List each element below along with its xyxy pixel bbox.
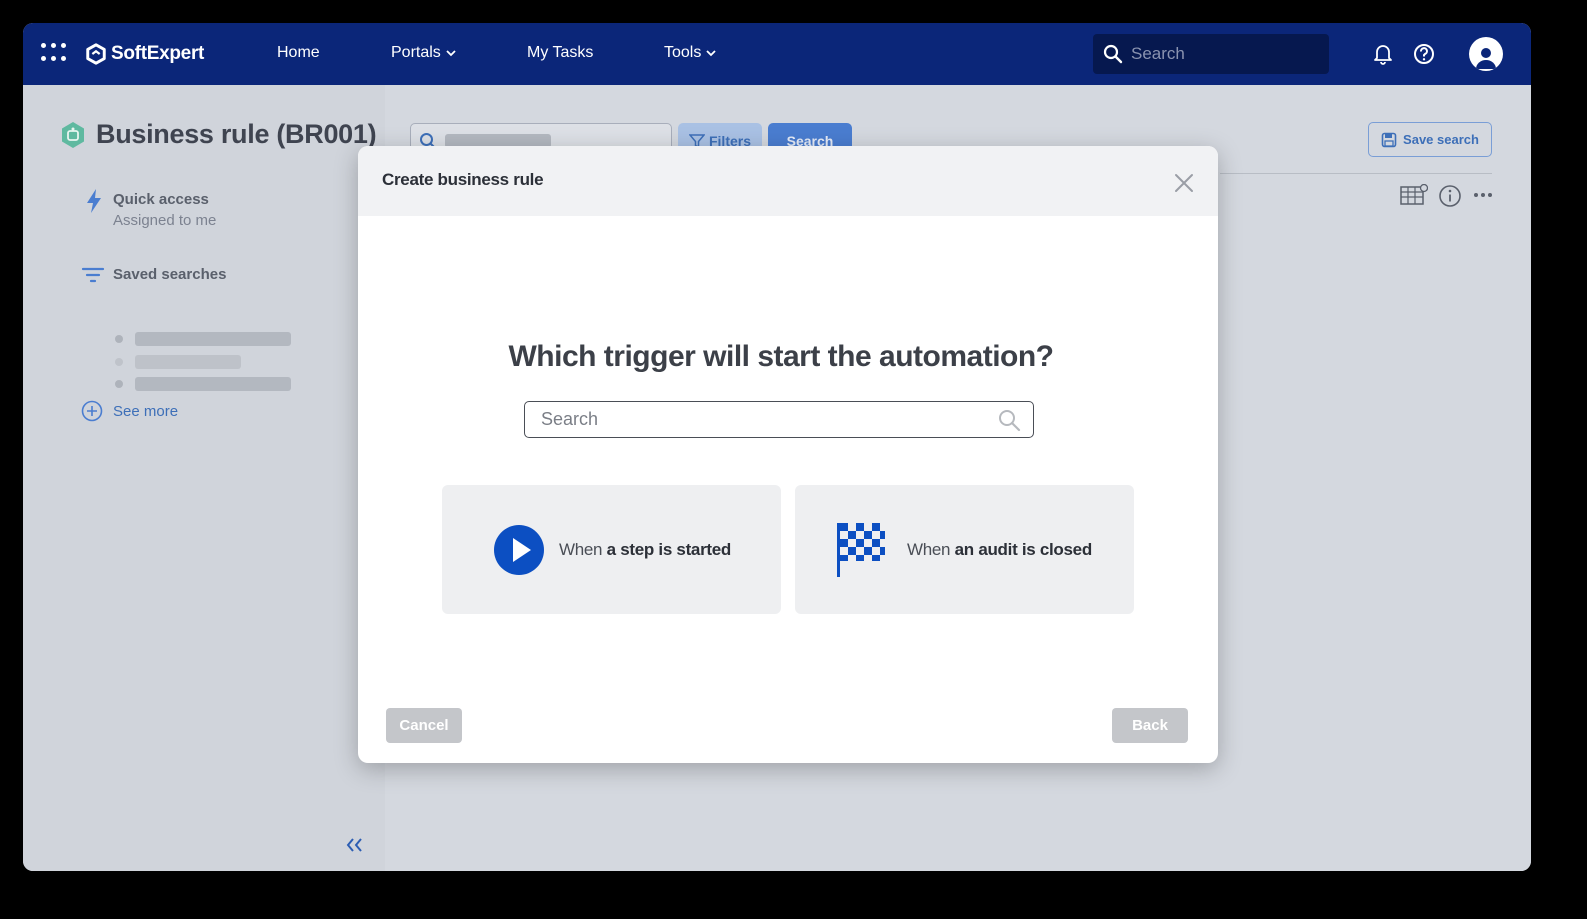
checkered-flag-icon xyxy=(837,522,885,577)
trigger-option-label: When an audit is closed xyxy=(907,540,1092,560)
info-icon[interactable] xyxy=(1438,184,1462,208)
back-button[interactable]: Back xyxy=(1112,708,1188,743)
saved-searches-label[interactable]: Saved searches xyxy=(113,266,226,283)
option-prefix: When xyxy=(907,539,951,559)
see-more-link[interactable]: See more xyxy=(113,403,178,420)
filter-lines-icon xyxy=(81,267,105,283)
nav-portals-label: Portals xyxy=(391,44,441,61)
nav-tools[interactable]: Tools xyxy=(664,44,716,62)
option-prefix: When xyxy=(559,539,603,559)
skeleton-bullet xyxy=(115,335,123,343)
chevron-down-icon xyxy=(446,49,456,56)
quick-access-sub[interactable]: Assigned to me xyxy=(113,212,216,229)
back-label: Back xyxy=(1132,717,1168,734)
chevron-down-icon xyxy=(706,49,716,56)
nav-portals[interactable]: Portals xyxy=(391,44,456,62)
search-icon xyxy=(999,410,1021,432)
user-icon xyxy=(1476,48,1496,69)
trigger-option-label: When a step is started xyxy=(559,540,731,560)
search-icon xyxy=(1103,44,1123,64)
save-search-button[interactable]: Save search xyxy=(1368,122,1492,157)
nav-home-label: Home xyxy=(277,44,320,61)
create-business-rule-modal: Create business rule Which trigger will … xyxy=(358,146,1218,763)
option-bold-text: an audit is closed xyxy=(954,539,1093,559)
skeleton-bar xyxy=(135,332,291,346)
table-settings-icon[interactable] xyxy=(1400,184,1428,206)
nav-tools-label: Tools xyxy=(664,44,702,61)
global-search-placeholder: Search xyxy=(1131,44,1185,63)
skeleton-bullet xyxy=(115,380,123,388)
more-options-icon[interactable] xyxy=(1472,184,1494,206)
save-search-label: Save search xyxy=(1403,132,1479,147)
bell-icon[interactable] xyxy=(1373,43,1393,65)
save-icon xyxy=(1381,132,1397,147)
modal-header: Create business rule xyxy=(358,146,1218,216)
option-bold-text: a step is started xyxy=(606,539,732,559)
trigger-option-step-started[interactable]: When a step is started xyxy=(442,485,781,614)
softexpert-logo-icon xyxy=(86,43,106,65)
nav-my-tasks-label: My Tasks xyxy=(527,44,594,61)
user-avatar[interactable] xyxy=(1469,37,1503,71)
app-window: SoftExpert Home Portals My Tasks Tools S… xyxy=(23,23,1531,871)
app-launcher-icon[interactable] xyxy=(41,43,67,65)
top-navbar: SoftExpert Home Portals My Tasks Tools S… xyxy=(23,23,1531,85)
help-icon[interactable] xyxy=(1413,43,1435,65)
cancel-button[interactable]: Cancel xyxy=(386,708,462,743)
brand-name: SoftExpert xyxy=(111,43,205,64)
modal-title: Create business rule xyxy=(382,170,544,189)
collapse-sidebar-icon[interactable] xyxy=(345,837,365,853)
page-title: Business rule (BR001) xyxy=(96,119,377,149)
trigger-question: Which trigger will start the automation? xyxy=(508,340,1054,373)
plus-circle-icon[interactable] xyxy=(81,400,103,422)
trigger-search-input[interactable] xyxy=(541,409,981,430)
global-search-input[interactable]: Search xyxy=(1093,34,1329,74)
sidebar: Business rule (BR001) Quick access Assig… xyxy=(23,85,385,871)
lightning-icon xyxy=(87,189,101,213)
trigger-option-audit-closed[interactable]: When an audit is closed xyxy=(795,485,1134,614)
skeleton-bullet xyxy=(115,358,123,366)
skeleton-bar xyxy=(135,355,241,369)
skeleton-bar xyxy=(135,377,291,391)
quick-access-label[interactable]: Quick access xyxy=(113,191,209,208)
business-rule-icon xyxy=(62,122,84,148)
brand-logo[interactable]: SoftExpert xyxy=(85,40,204,68)
nav-my-tasks[interactable]: My Tasks xyxy=(527,44,593,62)
trigger-search-field[interactable] xyxy=(524,401,1034,438)
divider xyxy=(1220,173,1492,174)
play-icon xyxy=(494,524,544,575)
cancel-label: Cancel xyxy=(399,717,449,734)
close-icon[interactable] xyxy=(1172,171,1196,195)
nav-home[interactable]: Home xyxy=(277,44,320,62)
